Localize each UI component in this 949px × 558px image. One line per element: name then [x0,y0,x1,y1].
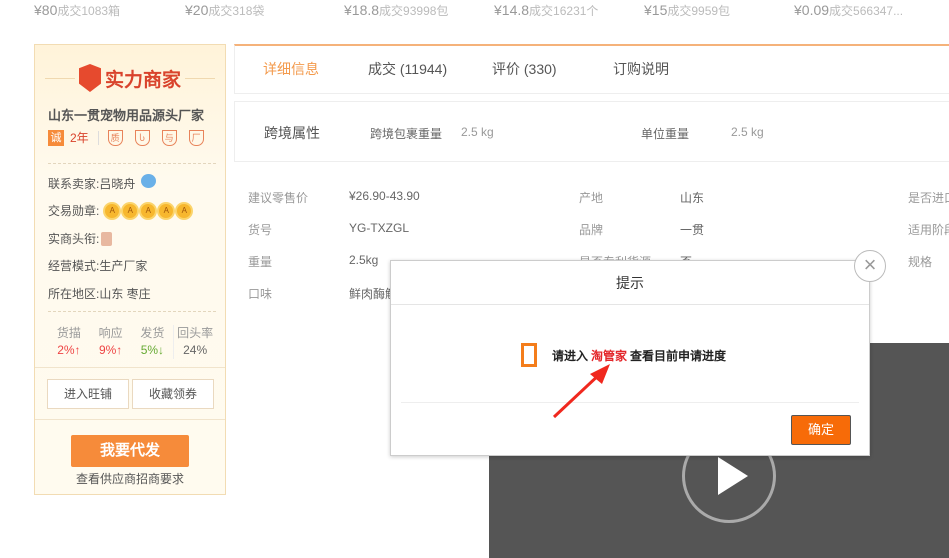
medal-icon: A [177,203,192,218]
top-price-item[interactable]: ¥20成交318袋 [185,2,264,19]
quality-badge-icon[interactable]: 质 [107,129,123,146]
tab-details[interactable]: 详细信息 [263,59,319,79]
return-badge-icon[interactable]: 与 [161,129,177,146]
tab-order-notes[interactable]: 订购说明 [613,59,669,79]
cross-border-attrs: 跨境属性 跨境包裹重量 2.5 kg 单位重量 2.5 kg [234,101,949,162]
service-badge-icon[interactable]: Ⴑ [134,129,150,146]
favorite-coupon-button[interactable]: 收藏领券 [132,379,214,409]
dialog-title: 提示 [391,261,869,305]
integrity-icon: 诚 [48,129,64,146]
strength-merchant-logo: 实力商家 [35,61,225,95]
medal-icon: A [105,203,120,218]
wangwang-chat-icon[interactable] [141,173,157,188]
medal-icon: A [159,203,174,218]
shop-stats: 货描 2%↑ 响应 9%↑ 发货 5%↓ 回头率 24% [48,325,216,359]
shop-name[interactable]: 山东一贯宠物用品源头厂家 [48,105,204,124]
tab-transactions[interactable]: 成交 (11944) [368,59,447,79]
annotation-arrow-icon [552,364,610,419]
top-price-item[interactable]: ¥18.8成交93998包 [344,2,448,19]
medal-icon: A [123,203,138,218]
shield-icon [78,64,101,92]
medal-icon: A [141,203,156,218]
supplier-requirements-link[interactable]: 查看供应商招商要求 [35,470,225,487]
top-price-item[interactable]: ¥15成交9959包 [644,2,730,19]
top-price-item[interactable]: ¥0.09成交566347... [794,2,903,19]
enter-shop-button[interactable]: 进入旺铺 [47,379,129,409]
cert-row: 诚 2年 质 Ⴑ 与 厂 [48,129,210,146]
seller-sidebar: 实力商家 山东一贯宠物用品源头厂家 诚 2年 质 Ⴑ 与 厂 联系卖家: 吕晓舟 … [34,44,226,495]
close-icon[interactable]: × [854,250,886,282]
tab-reviews[interactable]: 评价 (330) [492,59,557,79]
tip-dialog: 提示 请进入 淘管家 查看目前申请进度 确定 [390,260,870,456]
top-price-item[interactable]: ¥80成交1083箱 [34,2,120,19]
info-icon [521,343,537,367]
top-price-item[interactable]: ¥14.8成交16231个 [494,2,598,19]
merchant-title-icon [101,231,113,246]
detail-tabs: 详细信息 成交 (11944) 评价 (330) 订购说明 [234,44,949,94]
confirm-button[interactable]: 确定 [791,415,851,445]
contact-seller-name[interactable]: 吕晓舟 [99,175,135,192]
factory-badge-icon[interactable]: 厂 [188,129,204,146]
dropship-button[interactable]: 我要代发 [71,435,189,467]
